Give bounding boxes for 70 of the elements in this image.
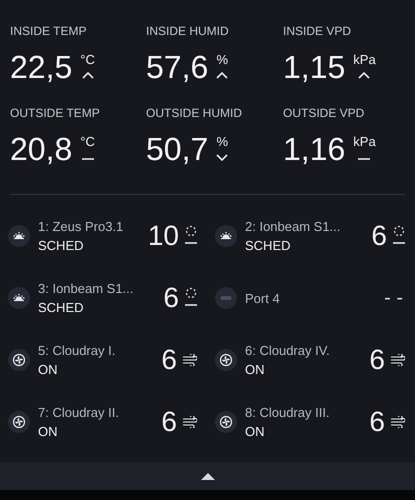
wind-icon: [183, 416, 197, 428]
port-value: 6: [369, 407, 385, 437]
wind-icon: [391, 354, 405, 366]
sensor-label: OUTSIDE VPD: [283, 106, 366, 120]
unit-label: %: [216, 135, 228, 148]
port-value: 6: [163, 283, 179, 313]
port-mode: ON: [245, 362, 266, 377]
sensor-value: 57,6: [146, 48, 208, 86]
unit-label: %: [216, 53, 228, 66]
port-name: 1: Zeus Pro3.1: [38, 219, 124, 234]
lamp-icon: [8, 287, 30, 309]
port-item[interactable]: Port 4 - -: [207, 267, 415, 329]
port-value: 6: [369, 345, 385, 375]
port-item[interactable]: 6: Cloudray IV. ON 6: [207, 329, 415, 391]
lamp-icon: [8, 225, 30, 247]
sensor-label: INSIDE HUMID: [146, 24, 230, 38]
port-name: 6: Cloudray IV.: [245, 343, 331, 358]
port-item[interactable]: 8: Cloudray III. ON 6: [207, 391, 415, 453]
sensor-value: 1,16: [283, 130, 346, 168]
port-item[interactable]: 5: Cloudray I. ON 6: [0, 329, 207, 391]
trend-up-icon: [358, 72, 370, 79]
schedule-icon: [185, 287, 197, 309]
sensor-label: OUTSIDE HUMID: [146, 106, 243, 120]
sensor-label: OUTSIDE TEMP: [10, 106, 101, 120]
fan-icon: [215, 411, 237, 433]
port-value: 10: [148, 221, 179, 251]
unit-label: kPa: [353, 135, 376, 148]
port-mode: SCHED: [38, 238, 85, 253]
trend-up-icon: [216, 72, 228, 79]
port-value: - -: [384, 286, 403, 311]
unit-label: °C: [80, 135, 95, 148]
port-mode: ON: [245, 424, 266, 439]
unit-label: kPa: [353, 53, 376, 66]
sensor-label: INSIDE VPD: [283, 24, 352, 38]
port-item[interactable]: 2: Ionbeam S1... SCHED 6: [207, 205, 415, 267]
wind-icon: [391, 416, 405, 428]
port-name: 5: Cloudray I.: [38, 343, 116, 358]
port-value: 6: [371, 221, 387, 251]
port-mode: ON: [38, 424, 58, 439]
lamp-icon: [215, 225, 237, 247]
port-name: 8: Cloudray III.: [245, 405, 331, 420]
schedule-icon: [185, 225, 197, 247]
trend-down-icon: [216, 154, 228, 161]
plug-icon: [215, 287, 237, 309]
port-item[interactable]: 7: Cloudray II. ON 6: [0, 391, 207, 453]
port-name: 7: Cloudray II.: [38, 405, 120, 420]
sensor-value: 50,7: [146, 130, 208, 168]
sensor-label: INSIDE TEMP: [10, 24, 88, 38]
port-name: 2: Ionbeam S1...: [245, 219, 342, 234]
port-mode: ON: [38, 362, 58, 377]
port-item[interactable]: 3: Ionbeam S1... SCHED 6: [0, 267, 207, 329]
sensor-value: 1,15: [283, 48, 346, 86]
schedule-icon: [393, 225, 405, 247]
trend-up-icon: [82, 72, 94, 79]
port-value: 6: [161, 407, 177, 437]
port-name: Port 4: [245, 290, 281, 306]
fan-icon: [215, 349, 237, 371]
unit-label: °C: [80, 53, 95, 66]
port-value: 6: [161, 345, 177, 375]
fan-icon: [8, 349, 30, 371]
drawer-bar[interactable]: [0, 462, 415, 490]
port-mode: SCHED: [245, 238, 292, 253]
wind-icon: [183, 354, 197, 366]
caret-up-icon: [200, 472, 214, 480]
port-name: 3: Ionbeam S1...: [38, 281, 134, 296]
sensor-value: 20,8: [10, 130, 72, 168]
sensor-value: 22,5: [10, 48, 72, 86]
fan-icon: [8, 411, 30, 433]
port-mode: SCHED: [38, 300, 85, 315]
port-item[interactable]: 1: Zeus Pro3.1 SCHED 10: [0, 205, 207, 267]
